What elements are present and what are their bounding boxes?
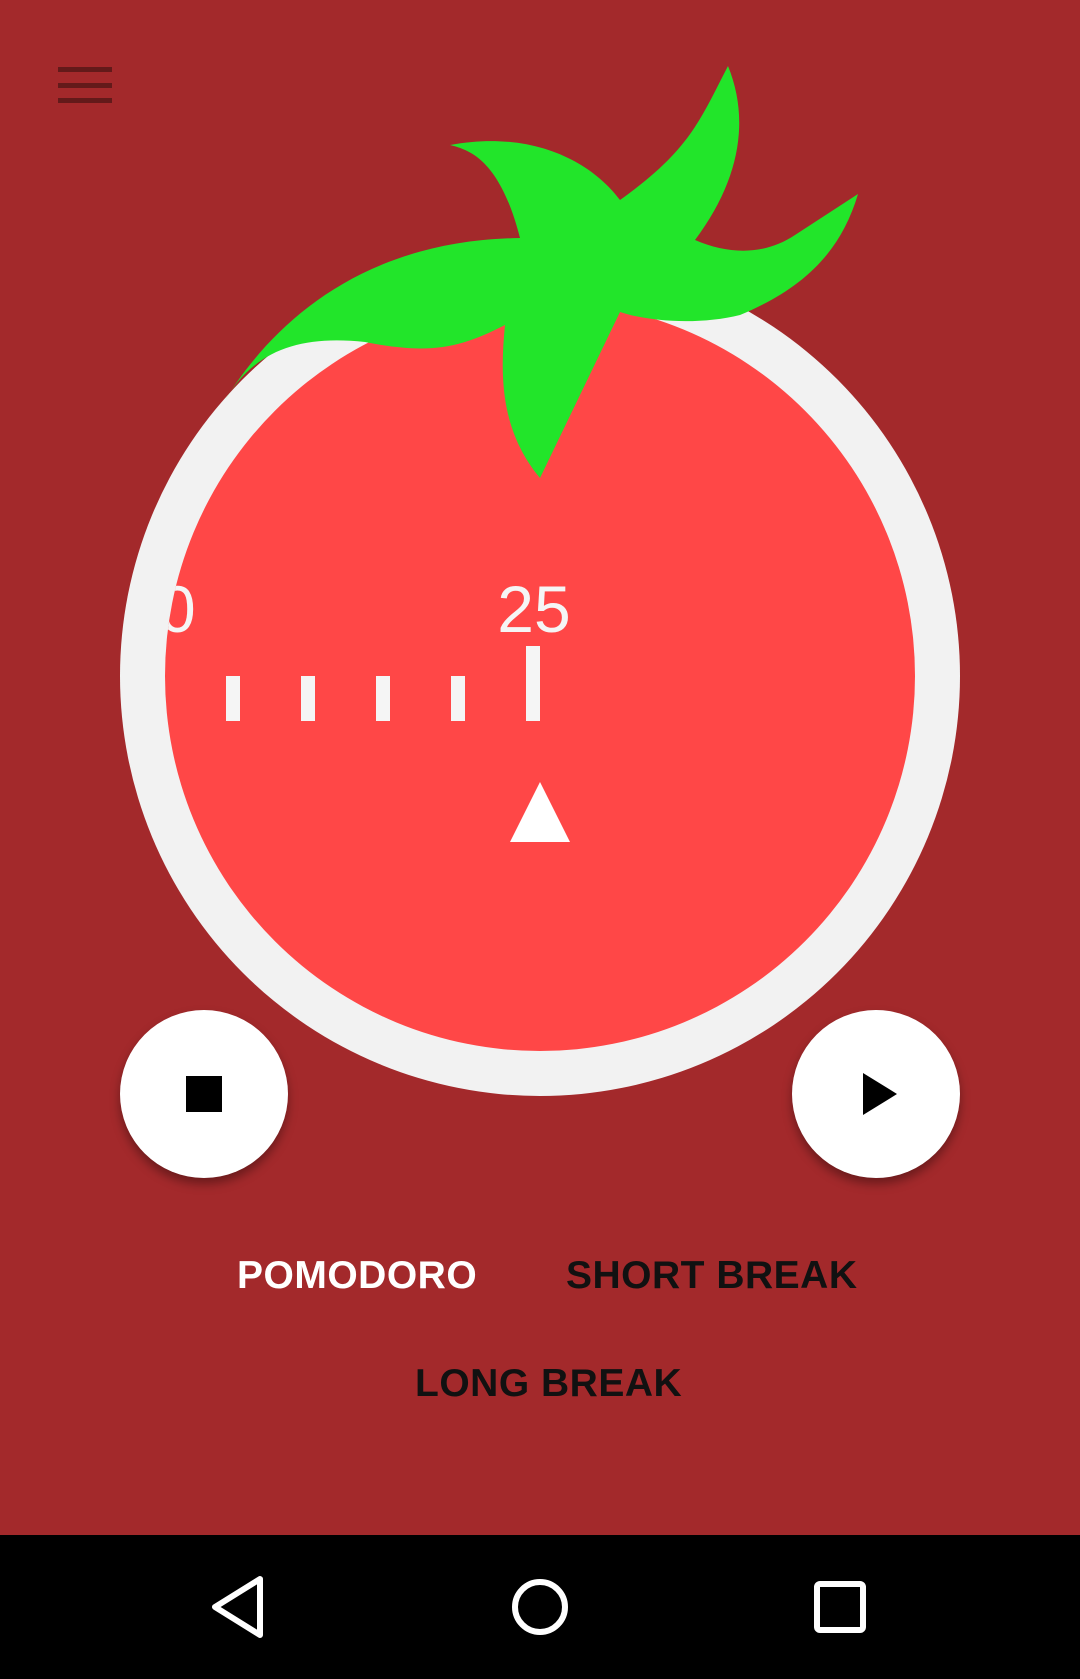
play-button[interactable] bbox=[792, 1010, 960, 1178]
mode-long-break[interactable]: LONG BREAK bbox=[415, 1362, 682, 1406]
mode-pomodoro[interactable]: POMODORO bbox=[237, 1254, 477, 1298]
mode-short-break[interactable]: SHORT BREAK bbox=[566, 1254, 858, 1298]
back-triangle-icon bbox=[212, 1576, 263, 1638]
dial-label-current: 25 bbox=[497, 572, 570, 646]
recents-square-icon bbox=[814, 1581, 866, 1633]
system-navigation-bar bbox=[0, 1535, 1080, 1679]
nav-recents-button[interactable] bbox=[790, 1557, 890, 1657]
dial-minor-tick bbox=[226, 676, 240, 721]
tomato-timer-dial[interactable]: 25 20 bbox=[0, 0, 1080, 1150]
app-screen: 25 20 POMODORO SHORT BREAK LONG BREAK bbox=[0, 0, 1080, 1679]
home-circle-icon bbox=[512, 1579, 568, 1635]
dial-minor-tick bbox=[451, 676, 465, 721]
nav-home-button[interactable] bbox=[490, 1557, 590, 1657]
dial-minor-tick bbox=[376, 676, 390, 721]
stop-icon bbox=[186, 1076, 222, 1112]
stop-button[interactable] bbox=[120, 1010, 288, 1178]
dial-major-tick bbox=[526, 646, 540, 721]
nav-back-button[interactable] bbox=[190, 1557, 290, 1657]
play-icon bbox=[863, 1073, 897, 1115]
dial-minor-tick bbox=[301, 676, 315, 721]
